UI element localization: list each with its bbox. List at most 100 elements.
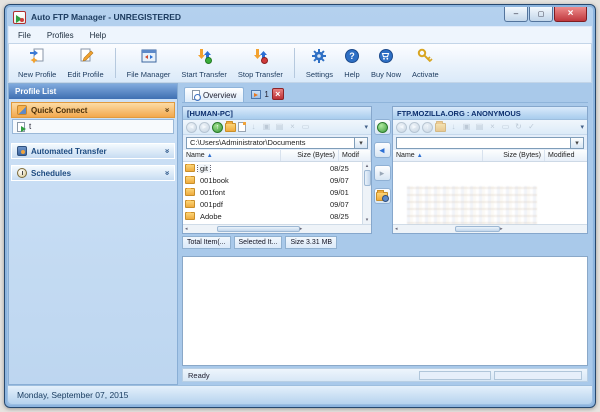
minimize-button[interactable] [504,7,528,22]
remote-list-watermark [407,186,537,224]
main-panel: Overview 1 [HUMAN-PC] [178,83,592,385]
menu-profiles[interactable]: Profiles [47,31,74,40]
statusbar-pane [494,371,582,380]
local-address-input[interactable]: C:\Users\Administrator\Documents [186,137,355,149]
minimize-icon [514,10,518,18]
copy-icon [261,122,272,133]
file-row[interactable]: 001pdf 09/07 [183,198,362,210]
local-panel-title: [HUMAN-PC] [183,107,371,120]
sort-ascending-icon [207,153,213,159]
column-header-modified[interactable]: Modified [545,150,587,161]
folder-icon [185,188,195,196]
column-header-size[interactable]: Size (Bytes) [281,150,339,161]
horizontal-scrollbar[interactable] [183,224,371,233]
file-row[interactable]: 001font 09/01 [183,186,362,198]
forward-icon [409,122,420,133]
tab-overview[interactable]: Overview [184,87,244,102]
scroll-down-icon[interactable] [366,217,369,223]
close-button[interactable] [554,7,587,22]
file-row[interactable]: 001book 09/07 [183,174,362,186]
download-icon [448,122,459,133]
maximize-button[interactable] [529,7,553,22]
menubar: File Profiles Help [8,26,592,43]
file-manager-button[interactable]: File Manager [123,47,175,80]
delete-icon [487,122,498,133]
chevron-expand-icon[interactable] [163,171,171,175]
start-transfer-button[interactable]: Start Transfer [177,47,230,80]
app-statusbar: Monday, September 07, 2015 [8,385,592,404]
back-icon [396,122,407,133]
column-header-size[interactable]: Size (Bytes) [483,150,545,161]
scroll-right-icon[interactable] [300,226,303,232]
help-icon: ? [344,48,360,69]
size-chip: Size 3.31 MB [285,236,337,249]
activate-button[interactable]: Activate [408,47,443,80]
remote-panel: FTP.MOZILLA.ORG : ANONYMOUS [392,106,588,234]
paste-icon [474,122,485,133]
local-address-row: C:\Users\Administrator\Documents [183,135,371,150]
transfer-log[interactable] [182,256,588,366]
toolbar-overflow-icon[interactable] [580,123,584,131]
back-icon [186,122,197,133]
close-tab-button[interactable] [272,88,284,100]
remote-file-list: Name Size (Bytes) Modified [393,150,587,233]
stop-transfer-button[interactable]: Stop Transfer [234,47,287,80]
local-toolbar [183,120,371,135]
file-row[interactable]: git 08/25 [183,162,362,174]
statusbar-pane [419,371,491,380]
scroll-left-icon[interactable] [185,226,188,232]
connect-orb-icon [377,122,388,133]
file-row[interactable]: Adobe 08/25 [183,210,362,222]
scroll-up-icon[interactable] [366,163,369,169]
settings-button[interactable]: Settings [302,47,337,80]
sidebar-section-schedules[interactable]: Schedules [11,165,175,181]
scroll-right-icon[interactable] [500,226,503,232]
stop-transfer-icon [252,48,268,69]
activate-key-icon [417,48,433,69]
vertical-scrollbar[interactable] [362,162,371,224]
synchronize-folders-button[interactable] [374,188,391,204]
edit-profile-icon [78,48,94,69]
window-title: Auto FTP Manager - UNREGISTERED [31,12,499,22]
scrollbar-thumb[interactable] [364,170,371,186]
new-folder-icon[interactable] [238,122,246,132]
column-header-name[interactable]: Name [183,150,281,161]
toolbar-overflow-icon[interactable] [364,123,368,131]
remote-toolbar [393,120,587,135]
titlebar: Auto FTP Manager - UNREGISTERED [5,5,595,26]
horizontal-scrollbar[interactable] [393,224,587,233]
transfer-queue-tab[interactable]: 1 [251,88,283,102]
help-button[interactable]: ? Help [340,47,364,80]
scrollbar-thumb[interactable] [217,226,300,232]
quick-connect-item[interactable]: t [13,120,173,133]
buy-now-button[interactable]: Buy Now [367,47,405,80]
address-dropdown-icon[interactable] [571,137,584,149]
ready-label: Ready [188,371,210,380]
open-folder-icon[interactable] [225,123,236,132]
close-icon [568,9,574,19]
column-header-modified[interactable]: Modif [339,150,371,161]
remote-address-input[interactable] [396,137,571,149]
chevron-expand-icon[interactable] [163,149,171,153]
refresh-connection-button[interactable] [374,119,391,135]
verify-icon [526,122,537,133]
column-header-name[interactable]: Name [393,150,483,161]
chevron-collapse-icon[interactable] [163,108,171,112]
sync-folder-icon [376,192,388,201]
address-dropdown-icon[interactable] [355,137,368,149]
new-profile-button[interactable]: New Profile [14,47,60,80]
open-folder-icon [435,123,446,132]
transfer-to-local-button[interactable] [374,142,391,158]
menu-help[interactable]: Help [90,31,106,40]
maximize-icon [538,10,545,18]
menu-file[interactable]: File [18,31,31,40]
folder-icon [185,212,195,220]
scroll-left-icon[interactable] [395,226,398,232]
sidebar-section-quick-connect[interactable]: Quick Connect [11,102,175,118]
toolbar-separator [294,48,295,78]
up-folder-icon[interactable] [212,122,223,133]
scrollbar-thumb[interactable] [455,226,501,232]
sidebar-section-automated-transfer[interactable]: Automated Transfer [11,143,175,159]
overview-icon [192,90,200,100]
edit-profile-button[interactable]: Edit Profile [63,47,107,80]
